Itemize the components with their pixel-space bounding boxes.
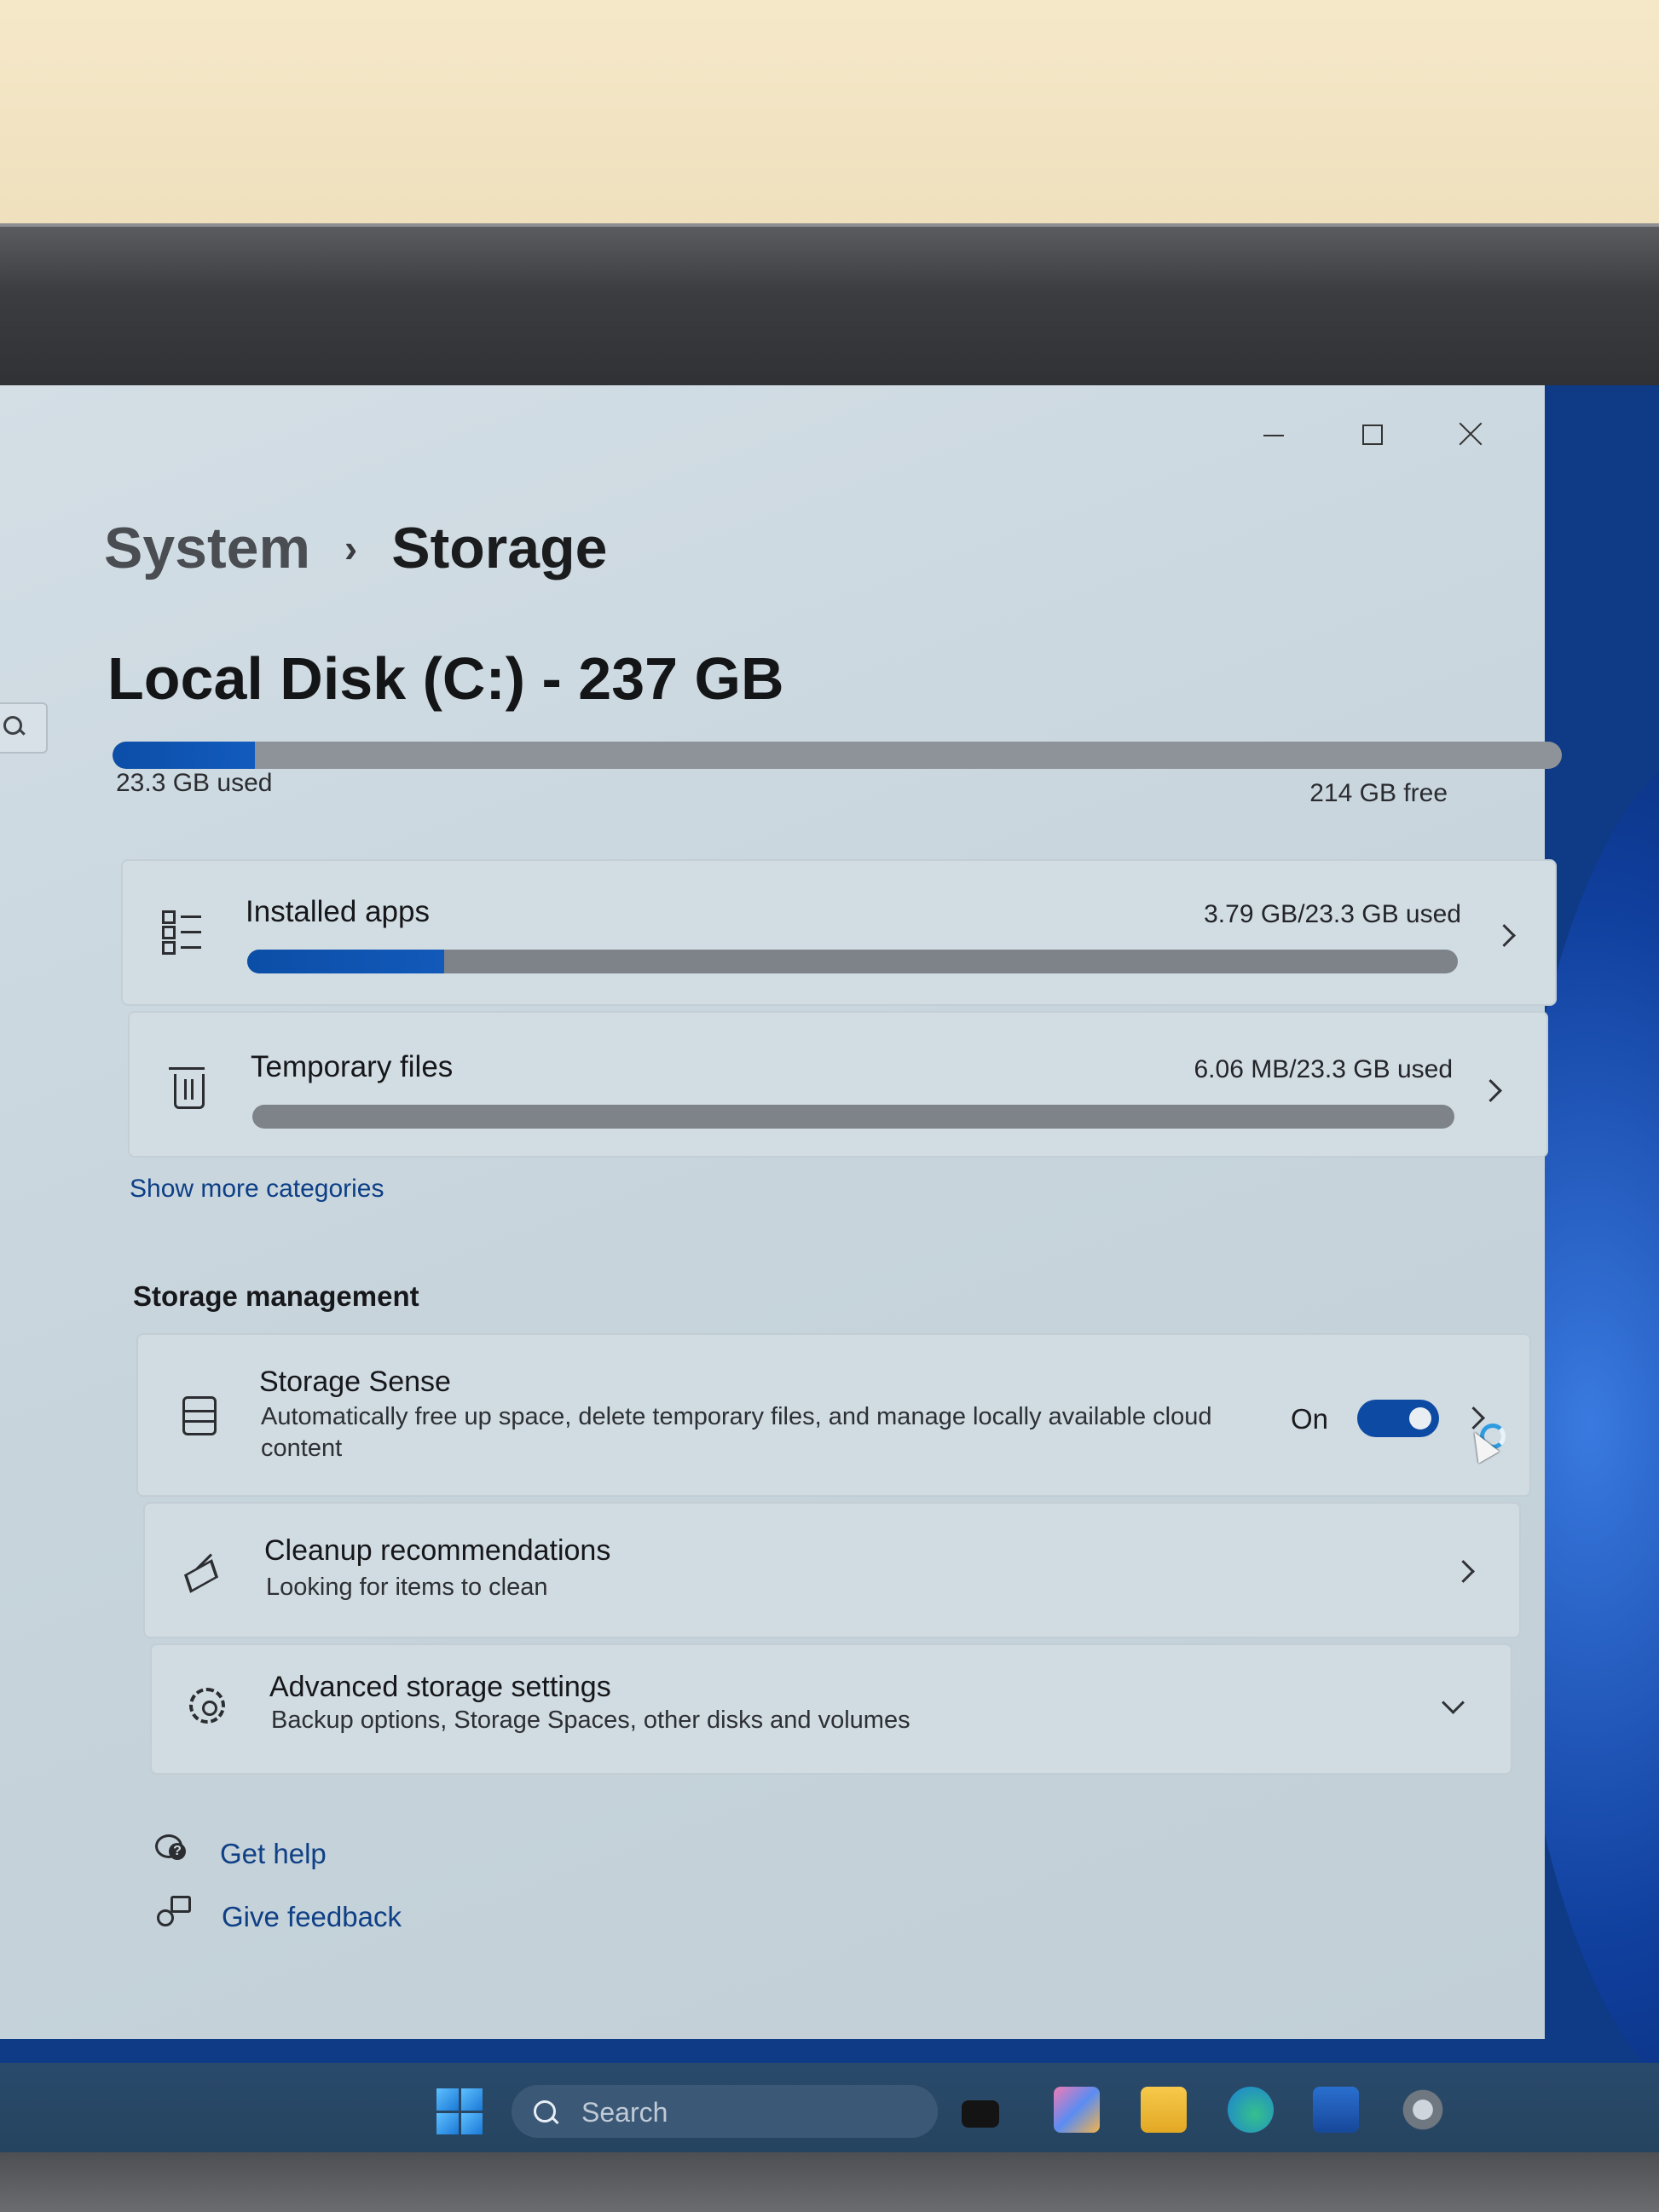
- task-view-icon[interactable]: [962, 2100, 999, 2128]
- breadcrumb-chevron-icon: ›: [344, 526, 358, 570]
- minimize-icon: [1263, 435, 1284, 436]
- feedback-icon: [155, 1896, 191, 1928]
- category-usage: 3.79 GB/23.3 GB used: [1204, 900, 1461, 928]
- copilot-icon[interactable]: [1054, 2087, 1100, 2133]
- edge-icon[interactable]: [1228, 2087, 1274, 2133]
- help-icon: [153, 1833, 186, 1865]
- category-temporary-files[interactable]: Temporary files 6.06 MB/23.3 GB used: [128, 1011, 1548, 1158]
- taskbar-search-box[interactable]: Search: [512, 2085, 938, 2138]
- search-icon: [534, 2100, 556, 2122]
- disk-title: Local Disk (C:) - 237 GB: [107, 645, 784, 712]
- search-icon: [3, 716, 22, 735]
- storage-sense-description: Automatically free up space, delete temp…: [261, 1403, 1212, 1462]
- screen: System › Storage Local Disk (C:) - 237 G…: [0, 385, 1659, 2152]
- storage-sense-row[interactable]: Storage Sense Automatically free up spac…: [136, 1333, 1531, 1497]
- get-help-link[interactable]: Get help: [220, 1838, 327, 1870]
- breadcrumb-parent-system[interactable]: System: [104, 515, 310, 581]
- wall-background: [0, 0, 1659, 230]
- start-button[interactable]: [436, 2088, 483, 2134]
- chevron-right-icon: [1452, 1560, 1475, 1583]
- maximize-icon: [1362, 424, 1383, 445]
- advanced-storage-description: Backup options, Storage Spaces, other di…: [271, 1707, 910, 1734]
- broom-icon: [184, 1550, 218, 1587]
- minimize-button[interactable]: [1223, 411, 1321, 459]
- trash-icon: [169, 1067, 205, 1109]
- laptop-top-bezel: [0, 223, 1659, 573]
- category-usage: 6.06 MB/23.3 GB used: [1194, 1055, 1453, 1083]
- storage-sense-toggle-label: On: [1291, 1403, 1329, 1435]
- chevron-down-icon: [1442, 1691, 1465, 1714]
- storage-sense-toggle[interactable]: [1357, 1400, 1439, 1437]
- show-more-categories-link[interactable]: Show more categories: [130, 1175, 384, 1204]
- give-feedback-link[interactable]: Give feedback: [222, 1901, 402, 1933]
- toggle-knob: [1409, 1407, 1431, 1429]
- gear-icon: [189, 1688, 225, 1724]
- cleanup-recommendations-row[interactable]: Cleanup recommendations Looking for item…: [143, 1502, 1521, 1638]
- store-icon[interactable]: [1313, 2087, 1359, 2133]
- category-installed-apps[interactable]: Installed apps 3.79 GB/23.3 GB used: [121, 859, 1557, 1006]
- category-label: Installed apps: [246, 895, 430, 928]
- close-button[interactable]: [1420, 411, 1519, 459]
- disk-usage-bar: [113, 742, 1562, 769]
- taskbar-search-placeholder: Search: [581, 2097, 668, 2128]
- category-usage-bar: [247, 950, 1458, 973]
- page-title: Storage: [391, 516, 608, 580]
- nav-search-box[interactable]: [0, 702, 48, 754]
- disk-used-label: 23.3 GB used: [116, 769, 273, 797]
- cleanup-title: Cleanup recommendations: [264, 1534, 611, 1567]
- file-explorer-icon[interactable]: [1141, 2087, 1187, 2133]
- disk-usage-fill: [113, 742, 255, 769]
- disk-free-label: 214 GB free: [1309, 779, 1448, 807]
- taskbar: Search: [0, 2063, 1659, 2152]
- chevron-right-icon: [1462, 1406, 1485, 1429]
- storage-management-heading: Storage management: [133, 1280, 419, 1312]
- category-usage-bar: [252, 1105, 1454, 1129]
- category-usage-fill: [247, 950, 445, 973]
- settings-window: System › Storage Local Disk (C:) - 237 G…: [0, 385, 1562, 2039]
- storage-sense-title: Storage Sense: [259, 1366, 451, 1398]
- settings-icon[interactable]: [1400, 2087, 1446, 2133]
- maximize-button[interactable]: [1321, 411, 1420, 459]
- chevron-right-icon: [1493, 924, 1516, 947]
- laptop-bottom-bezel: [0, 2152, 1659, 2212]
- drive-icon: [182, 1396, 217, 1435]
- advanced-storage-title: Advanced storage settings: [269, 1671, 611, 1703]
- chevron-right-icon: [1479, 1079, 1502, 1102]
- window-controls: [1223, 411, 1519, 459]
- advanced-storage-settings-row[interactable]: Advanced storage settings Backup options…: [150, 1643, 1512, 1775]
- close-icon: [1458, 421, 1483, 447]
- cleanup-description: Looking for items to clean: [266, 1574, 548, 1601]
- category-label: Temporary files: [251, 1050, 454, 1083]
- breadcrumb: System › Storage: [104, 515, 607, 581]
- list-icon: [162, 910, 201, 955]
